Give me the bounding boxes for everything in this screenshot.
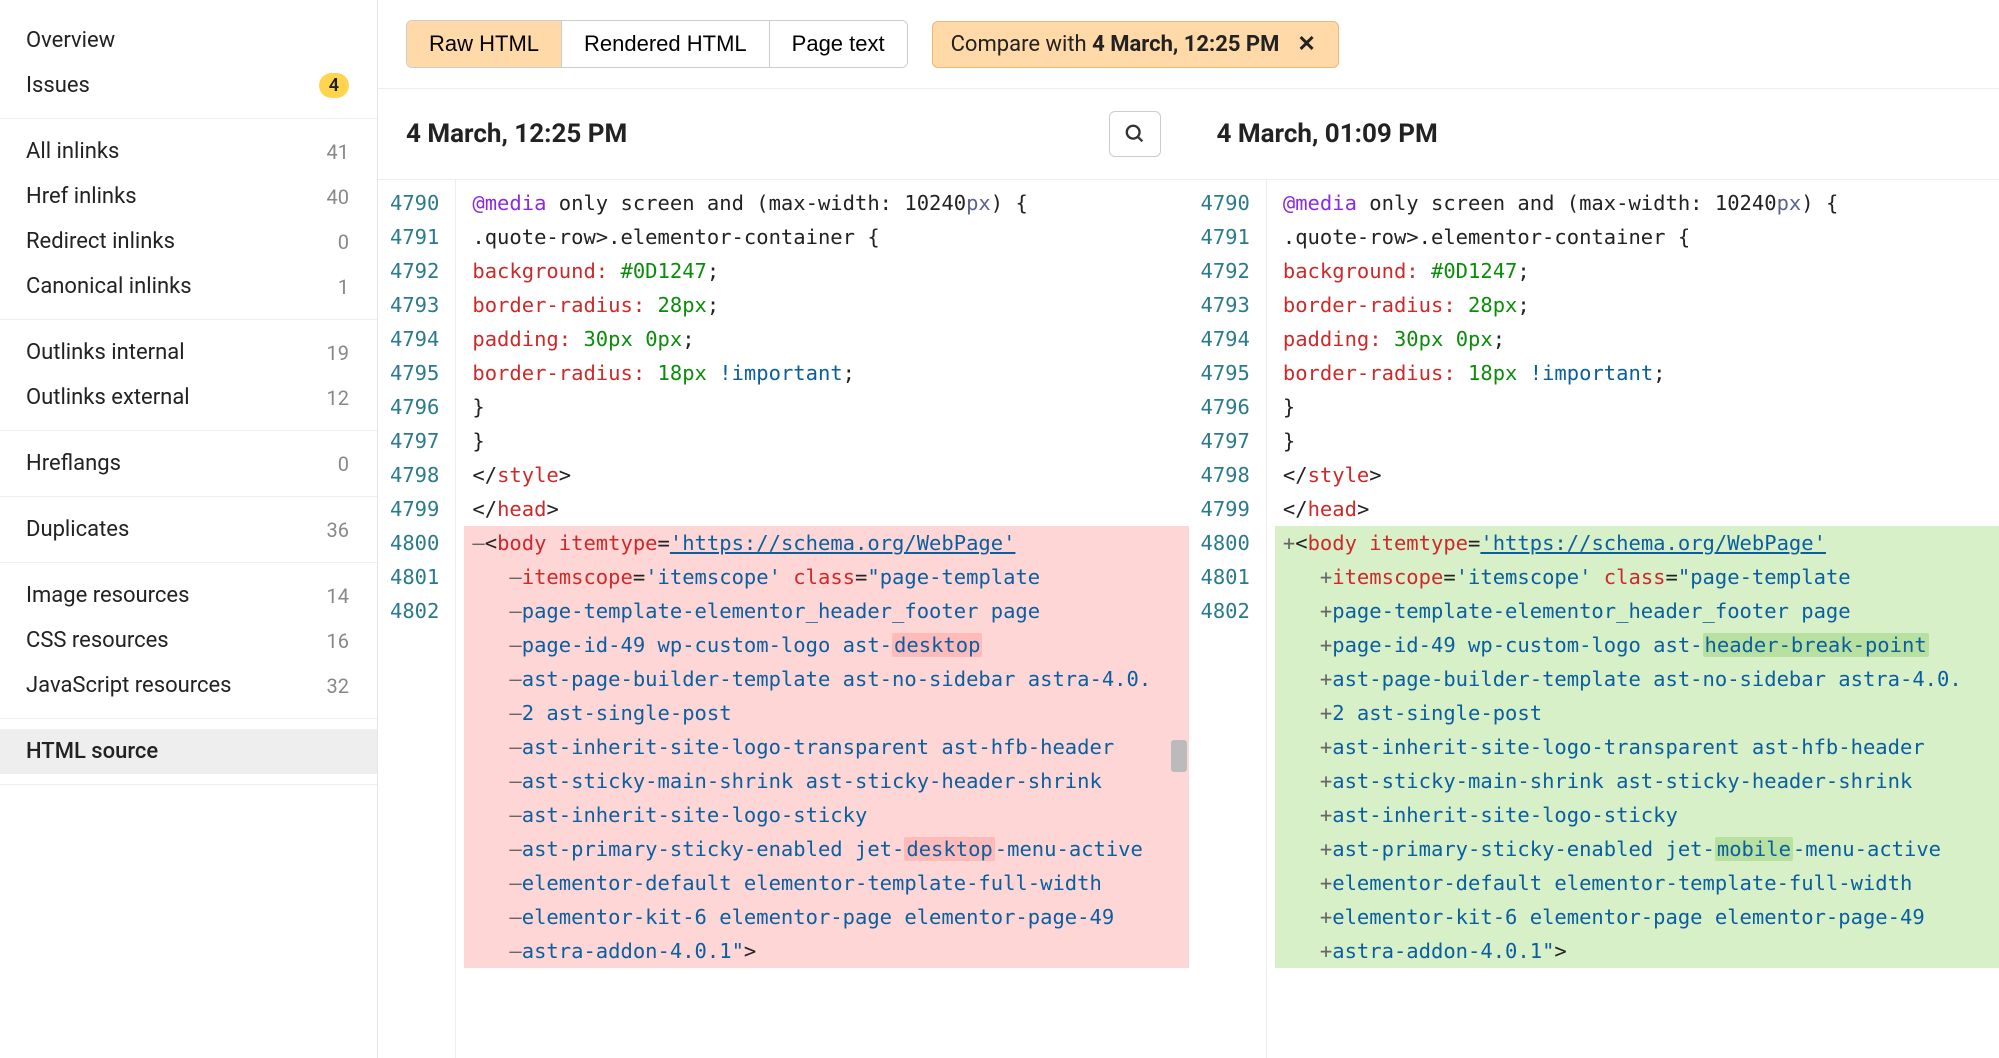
right-snapshot-title: 4 March, 01:09 PM	[1217, 119, 1438, 149]
sidebar-item-label: Issues	[26, 73, 90, 98]
sidebar-item-label: All inlinks	[26, 139, 119, 164]
left-snapshot-header: 4 March, 12:25 PM	[378, 89, 1189, 179]
sidebar-item-overview[interactable]: Overview	[0, 18, 377, 63]
sidebar-item-css-resources[interactable]: CSS resources 16	[0, 618, 377, 663]
sidebar-item-count: 14	[327, 584, 349, 608]
sidebar-item-count: 16	[327, 629, 349, 653]
sidebar-item-count: 0	[338, 230, 349, 254]
issues-badge: 4	[319, 73, 349, 98]
toolbar: Raw HTMLRendered HTMLPage text Compare w…	[378, 0, 1999, 89]
close-icon[interactable]: ✕	[1293, 32, 1319, 57]
sidebar-item-label: Overview	[26, 28, 115, 53]
main-panel: Raw HTMLRendered HTMLPage text Compare w…	[378, 0, 1999, 1058]
line-numbers-right: 4790479147924793479447954796479747984799…	[1189, 180, 1267, 1058]
sidebar-item-all-inlinks[interactable]: All inlinks 41	[0, 129, 377, 174]
sidebar-item-label: Canonical inlinks	[26, 274, 192, 299]
tab-raw-html[interactable]: Raw HTML	[407, 21, 562, 67]
code-left: @media only screen and (max-width: 10240…	[456, 180, 1188, 1058]
code-right: @media only screen and (max-width: 10240…	[1267, 180, 1999, 1058]
sidebar-item-label: Outlinks external	[26, 385, 190, 410]
search-icon	[1124, 123, 1146, 145]
sidebar-item-count: 36	[327, 518, 349, 542]
sidebar-item-image-resources[interactable]: Image resources 14	[0, 573, 377, 618]
compare-button[interactable]: Compare with 4 March, 12:25 PM ✕	[932, 21, 1339, 68]
tab-rendered-html[interactable]: Rendered HTML	[562, 21, 770, 67]
sidebar-item-javascript-resources[interactable]: JavaScript resources 32	[0, 663, 377, 708]
sidebar-item-label: Href inlinks	[26, 184, 137, 209]
sidebar-item-count: 32	[327, 674, 349, 698]
search-button[interactable]	[1109, 111, 1161, 157]
right-snapshot-header: 4 March, 01:09 PM	[1189, 89, 1999, 179]
sidebar-item-count: 0	[338, 452, 349, 476]
right-code-pane[interactable]: 4790479147924793479447954796479747984799…	[1189, 180, 1999, 1058]
line-numbers-left: 4790479147924793479447954796479747984799…	[378, 180, 456, 1058]
sidebar-item-label: Redirect inlinks	[26, 229, 175, 254]
sidebar: Overview Issues 4 All inlinks 41 Href inlinks…	[0, 0, 378, 1058]
sidebar-item-label: Duplicates	[26, 517, 129, 542]
sidebar-item-label: Hreflangs	[26, 451, 121, 476]
sidebar-item-count: 12	[327, 386, 349, 410]
sidebar-item-redirect-inlinks[interactable]: Redirect inlinks 0	[0, 219, 377, 264]
scrollbar-thumb[interactable]	[1171, 740, 1187, 772]
compare-label: Compare with 4 March, 12:25 PM	[951, 32, 1280, 57]
snapshot-headers: 4 March, 12:25 PM 4 March, 01:09 PM	[378, 89, 1999, 180]
sidebar-item-canonical-inlinks[interactable]: Canonical inlinks 1	[0, 264, 377, 309]
left-snapshot-title: 4 March, 12:25 PM	[406, 119, 627, 149]
sidebar-item-outlinks-external[interactable]: Outlinks external 12	[0, 375, 377, 420]
sidebar-item-outlinks-internal[interactable]: Outlinks internal 19	[0, 330, 377, 375]
sidebar-item-label: HTML source	[26, 739, 158, 764]
diff-viewer: 4790479147924793479447954796479747984799…	[378, 180, 1999, 1058]
sidebar-item-html-source[interactable]: HTML source	[0, 729, 377, 774]
view-tabs: Raw HTMLRendered HTMLPage text	[406, 20, 908, 68]
tab-page-text[interactable]: Page text	[770, 21, 907, 67]
sidebar-item-label: JavaScript resources	[26, 673, 232, 698]
sidebar-item-label: Outlinks internal	[26, 340, 185, 365]
sidebar-item-count: 1	[338, 275, 349, 299]
sidebar-item-label: CSS resources	[26, 628, 169, 653]
sidebar-item-hreflangs[interactable]: Hreflangs 0	[0, 441, 377, 486]
sidebar-item-duplicates[interactable]: Duplicates 36	[0, 507, 377, 552]
sidebar-item-count: 40	[327, 185, 349, 209]
sidebar-item-count: 19	[327, 341, 349, 365]
sidebar-item-href-inlinks[interactable]: Href inlinks 40	[0, 174, 377, 219]
sidebar-item-count: 41	[327, 140, 349, 164]
sidebar-item-issues[interactable]: Issues 4	[0, 63, 377, 108]
left-code-pane[interactable]: 4790479147924793479447954796479747984799…	[378, 180, 1189, 1058]
sidebar-item-label: Image resources	[26, 583, 189, 608]
